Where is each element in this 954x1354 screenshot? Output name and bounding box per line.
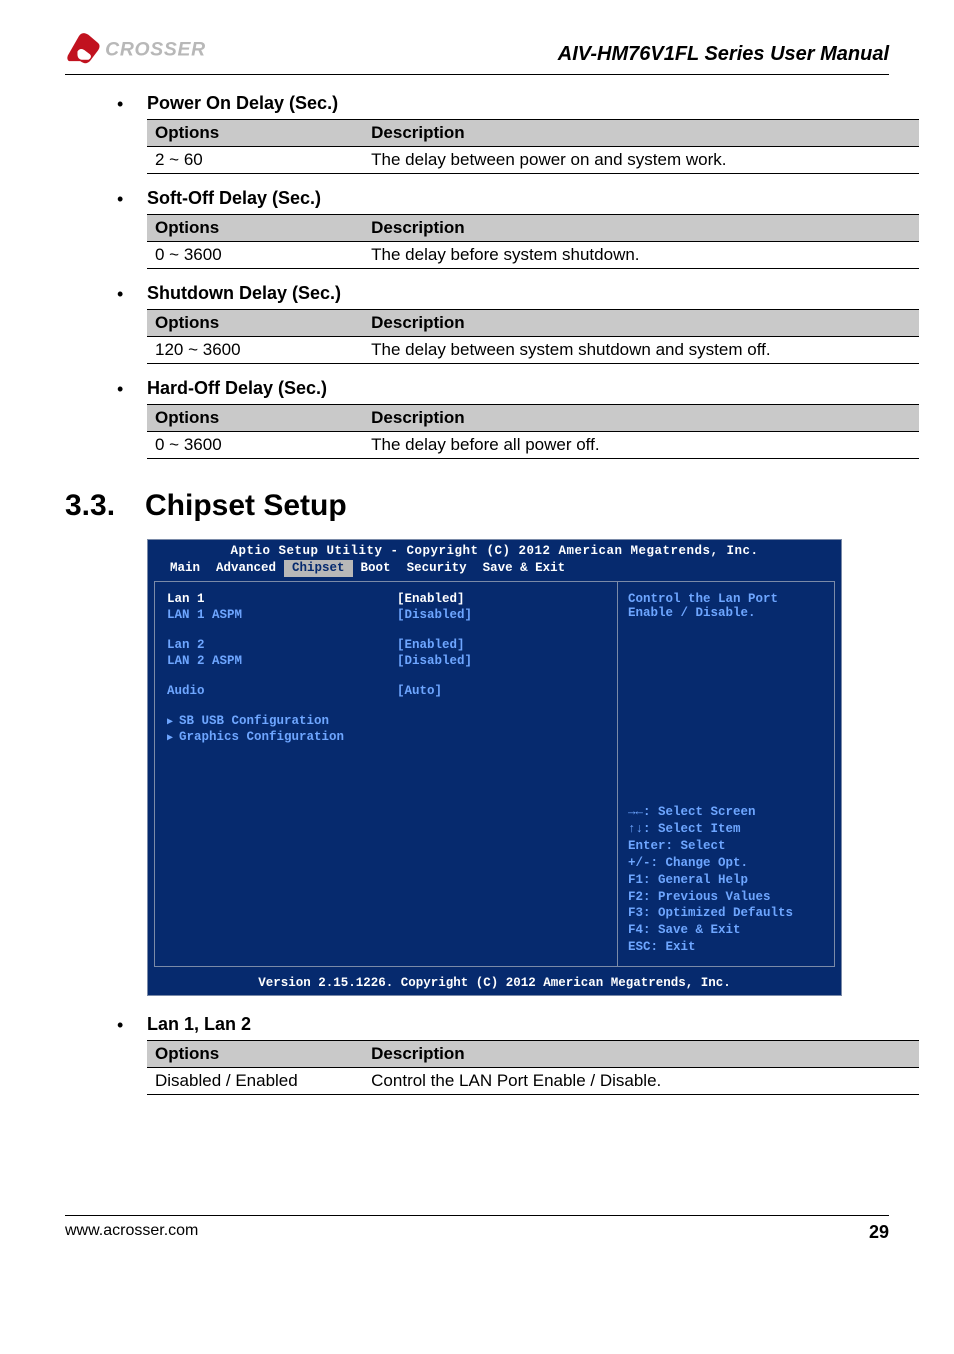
section-lan1-lan2: • Lan 1, Lan 2 Options Description Disab…: [65, 1014, 889, 1095]
col-header-description: Description: [363, 310, 919, 337]
bullet-icon: •: [117, 1014, 129, 1036]
bios-screen: Aptio Setup Utility - Copyright (C) 2012…: [147, 539, 842, 996]
col-header-options: Options: [147, 405, 363, 432]
bios-help-line: Control the Lan Port: [628, 592, 824, 606]
bios-item-lan1-aspm[interactable]: LAN 1 ASPM [Disabled]: [167, 608, 605, 622]
section-hard-off-delay: • Hard-Off Delay (Sec.) Options Descript…: [65, 378, 889, 459]
bios-key-hint: F4: Save & Exit: [628, 922, 824, 939]
bios-help-panel: Control the Lan Port Enable / Disable. →…: [617, 581, 835, 967]
bios-tab-advanced[interactable]: Advanced: [208, 560, 284, 577]
section-shutdown-delay: • Shutdown Delay (Sec.) Options Descript…: [65, 283, 889, 364]
bios-main-panel: Lan 1 [Enabled] LAN 1 ASPM [Disabled] La…: [154, 581, 617, 967]
bios-value: [Enabled]: [397, 592, 465, 606]
bios-submenu-graphics[interactable]: Graphics Configuration: [167, 730, 605, 744]
section-soft-off-delay: • Soft-Off Delay (Sec.) Options Descript…: [65, 188, 889, 269]
col-header-description: Description: [363, 120, 919, 147]
section-title: Power On Delay (Sec.): [147, 93, 338, 114]
bios-key-hint: Enter: Select: [628, 838, 824, 855]
col-header-description: Description: [363, 1041, 919, 1068]
bios-key-hint: ESC: Exit: [628, 939, 824, 956]
bios-label: Lan 2: [167, 638, 397, 652]
bios-label: LAN 2 ASPM: [167, 654, 397, 668]
bios-key-hint: F1: General Help: [628, 872, 824, 889]
bios-value: [Disabled]: [397, 608, 472, 622]
bios-tab-main[interactable]: Main: [162, 560, 208, 577]
bios-label: Audio: [167, 684, 397, 698]
option-description: Control the LAN Port Enable / Disable.: [363, 1068, 919, 1095]
page-footer: www.acrosser.com 29: [65, 1215, 889, 1243]
option-value: Disabled / Enabled: [147, 1068, 363, 1095]
option-description: The delay before all power off.: [363, 432, 919, 459]
heading-text: Chipset Setup: [145, 489, 347, 522]
bios-tab-save-exit[interactable]: Save & Exit: [475, 560, 574, 577]
bios-item-lan2[interactable]: Lan 2 [Enabled]: [167, 638, 605, 652]
section-title: Lan 1, Lan 2: [147, 1014, 251, 1035]
heading-number: 3.3.: [65, 489, 145, 523]
option-value: 0 ~ 3600: [147, 432, 363, 459]
bullet-icon: •: [117, 283, 129, 305]
bios-label: Lan 1: [167, 592, 397, 606]
col-header-options: Options: [147, 215, 363, 242]
bios-title: Aptio Setup Utility - Copyright (C) 2012…: [148, 540, 841, 560]
options-table: Options Description 2 ~ 60 The delay bet…: [147, 119, 919, 174]
options-table: Options Description Disabled / Enabled C…: [147, 1040, 919, 1095]
section-power-on-delay: • Power On Delay (Sec.) Options Descript…: [65, 93, 889, 174]
col-header-options: Options: [147, 310, 363, 337]
bios-key-hint: F2: Previous Values: [628, 889, 824, 906]
bios-key-hint: +/-: Change Opt.: [628, 855, 824, 872]
option-value: 0 ~ 3600: [147, 242, 363, 269]
bios-label: LAN 1 ASPM: [167, 608, 397, 622]
brand-logo: CROSSER: [65, 30, 245, 66]
svg-text:CROSSER: CROSSER: [105, 39, 206, 61]
bullet-icon: •: [117, 188, 129, 210]
bios-key-hint: ↑↓: Select Item: [628, 821, 824, 838]
bios-item-lan2-aspm[interactable]: LAN 2 ASPM [Disabled]: [167, 654, 605, 668]
bios-item-audio[interactable]: Audio [Auto]: [167, 684, 605, 698]
bios-footer: Version 2.15.1226. Copyright (C) 2012 Am…: [148, 973, 841, 995]
bios-item-lan1[interactable]: Lan 1 [Enabled]: [167, 592, 605, 606]
bullet-icon: •: [117, 93, 129, 115]
bios-tabs: Main Advanced Chipset Boot Security Save…: [148, 560, 841, 581]
bios-value: [Enabled]: [397, 638, 465, 652]
options-table: Options Description 0 ~ 3600 The delay b…: [147, 214, 919, 269]
bios-help-line: Enable / Disable.: [628, 606, 824, 620]
options-table: Options Description 0 ~ 3600 The delay b…: [147, 404, 919, 459]
col-header-description: Description: [363, 215, 919, 242]
option-value: 2 ~ 60: [147, 147, 363, 174]
footer-url: www.acrosser.com: [65, 1222, 198, 1243]
bios-tab-security[interactable]: Security: [399, 560, 475, 577]
option-description: The delay between system shutdown and sy…: [363, 337, 919, 364]
bios-tab-boot[interactable]: Boot: [353, 560, 399, 577]
heading-chipset-setup: 3.3.Chipset Setup: [65, 489, 889, 523]
section-title: Shutdown Delay (Sec.): [147, 283, 341, 304]
section-title: Soft-Off Delay (Sec.): [147, 188, 321, 209]
bios-key-hint: →←: Select Screen: [628, 804, 824, 821]
bullet-icon: •: [117, 378, 129, 400]
col-header-options: Options: [147, 120, 363, 147]
bios-submenu-sb-usb[interactable]: SB USB Configuration: [167, 714, 605, 728]
bios-tab-chipset[interactable]: Chipset: [284, 560, 353, 577]
option-description: The delay between power on and system wo…: [363, 147, 919, 174]
bios-value: [Disabled]: [397, 654, 472, 668]
manual-title: AIV-HM76V1FL Series User Manual: [558, 43, 889, 66]
bios-help-text: Control the Lan Port Enable / Disable.: [628, 592, 824, 620]
option-value: 120 ~ 3600: [147, 337, 363, 364]
bios-value: [Auto]: [397, 684, 442, 698]
page-header: CROSSER AIV-HM76V1FL Series User Manual: [65, 0, 889, 75]
option-description: The delay before system shutdown.: [363, 242, 919, 269]
section-title: Hard-Off Delay (Sec.): [147, 378, 327, 399]
bios-key-hints: →←: Select Screen ↑↓: Select Item Enter:…: [628, 804, 824, 956]
bios-key-hint: F3: Optimized Defaults: [628, 905, 824, 922]
options-table: Options Description 120 ~ 3600 The delay…: [147, 309, 919, 364]
page-number: 29: [869, 1222, 889, 1243]
col-header-description: Description: [363, 405, 919, 432]
col-header-options: Options: [147, 1041, 363, 1068]
